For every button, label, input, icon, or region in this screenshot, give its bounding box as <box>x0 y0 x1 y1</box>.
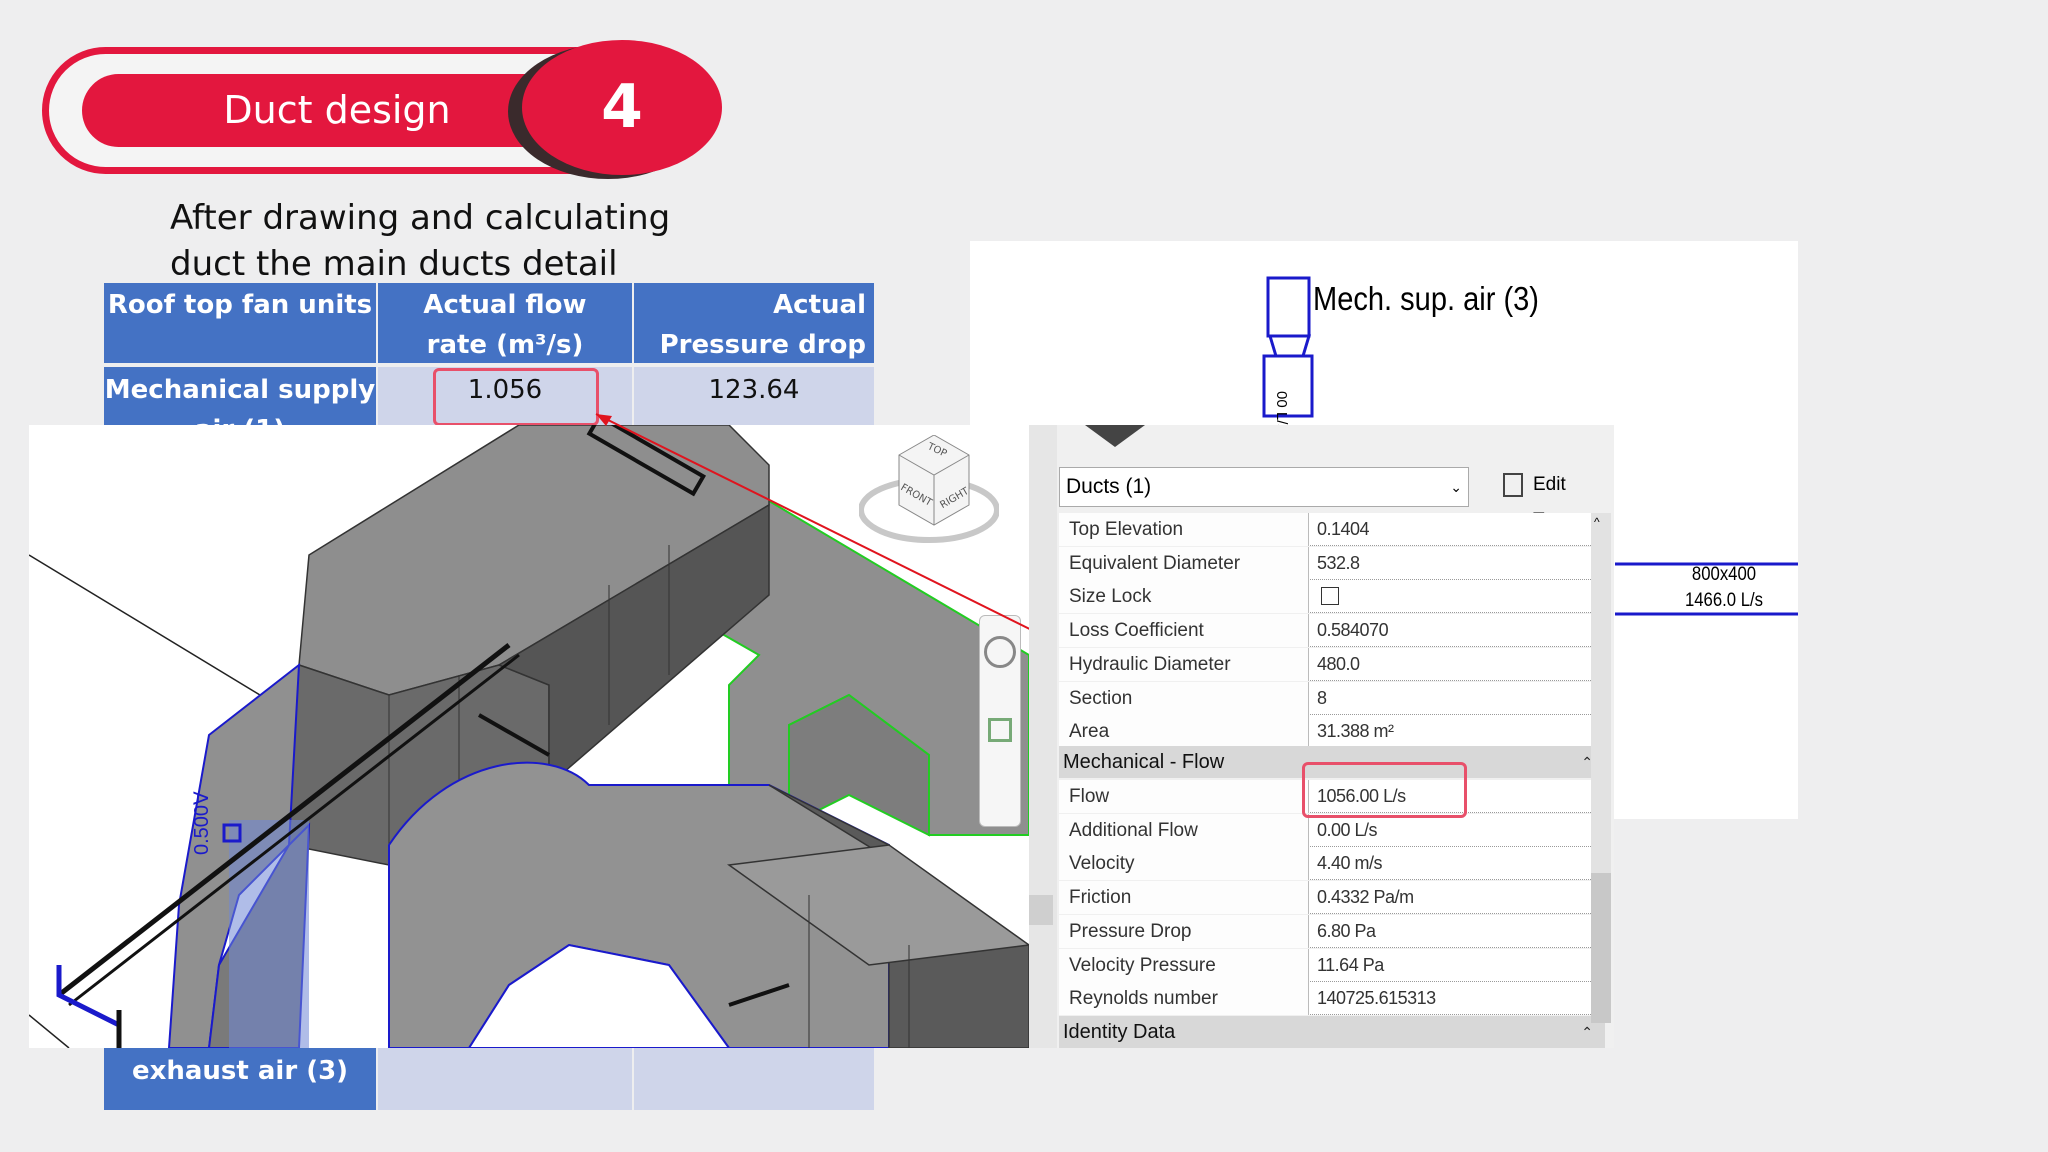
property-row[interactable]: Friction 0.4332 Pa/m <box>1059 881 1605 915</box>
3d-duct-view[interactable]: 0.500∀ TOP FRONT RIGHT <box>29 425 1029 1048</box>
group-identity-label: Identity Data <box>1063 1021 1176 1043</box>
property-row[interactable]: Loss Coefficient 0.584070 <box>1059 614 1605 648</box>
property-value[interactable]: 11.64 Pa <box>1315 949 1585 982</box>
property-value[interactable]: 4.40 m/s <box>1315 847 1585 880</box>
steering-wheel-icon[interactable] <box>984 636 1016 668</box>
property-value[interactable]: 0.1404 <box>1315 513 1585 546</box>
type-selector-dropdown[interactable]: Ducts (1) ⌄ <box>1059 467 1469 507</box>
property-label: Pressure Drop <box>1059 914 1309 948</box>
table-header-flow: Actual flow rate (m³/s) <box>378 283 632 363</box>
type-selector-value: Ducts (1) <box>1066 475 1152 498</box>
property-value[interactable] <box>1315 580 1585 613</box>
property-value[interactable]: 532.8 <box>1315 547 1585 580</box>
view-cube[interactable]: TOP FRONT RIGHT <box>858 434 1000 545</box>
property-row[interactable]: Velocity Pressure 11.64 Pa <box>1059 948 1605 982</box>
chevron-down-icon: ⌄ <box>1450 479 1462 495</box>
zoom-icon[interactable] <box>988 718 1012 742</box>
property-row[interactable]: Equivalent Diameter 532.8 <box>1059 546 1605 580</box>
size-lock-checkbox[interactable] <box>1321 587 1339 606</box>
property-label: Friction <box>1059 881 1309 915</box>
property-value[interactable]: 0.4332 Pa/m <box>1315 881 1585 914</box>
edit-type-icon <box>1503 473 1523 497</box>
property-value[interactable]: 8 <box>1315 682 1585 715</box>
table-header-pressure: Actual Pressure drop (Pa) <box>634 283 874 400</box>
property-row[interactable]: Size Lock <box>1059 580 1605 614</box>
property-label: Hydraulic Diameter <box>1059 647 1309 681</box>
type-thumbnail-icon <box>1085 425 1145 453</box>
properties-panel[interactable]: Ducts (1) ⌄ Edit Type Top Elevation0.140… <box>1029 425 1614 1048</box>
property-row[interactable]: Reynolds number 140725.615313 <box>1059 982 1605 1016</box>
properties-scrollbar[interactable]: ^ <box>1591 513 1611 1023</box>
property-label: Area <box>1059 715 1309 749</box>
property-label: Loss Coefficient <box>1059 614 1309 648</box>
flow-value-highlight <box>1302 762 1467 818</box>
group-mechanical-flow-label: Mechanical - Flow <box>1063 751 1225 773</box>
duct-size-value: 800x400 <box>1691 564 1757 585</box>
property-value[interactable]: 31.388 m² <box>1315 715 1585 748</box>
property-label: Velocity <box>1059 847 1309 881</box>
duct-flow-value: 1466.0 L/s <box>1684 590 1764 611</box>
table-row-1-pressure: 123.64 <box>634 367 874 427</box>
edit-type-button[interactable]: Edit Type <box>1503 467 1609 531</box>
property-label: Section <box>1059 681 1309 715</box>
property-value[interactable]: 140725.615313 <box>1315 982 1585 1015</box>
property-value[interactable]: 480.0 <box>1315 648 1585 681</box>
navigation-bar[interactable] <box>979 615 1021 827</box>
slide-title: Duct design <box>223 88 451 132</box>
property-label: Additional Flow <box>1059 813 1309 847</box>
property-row[interactable]: Pressure Drop 6.80 Pa <box>1059 914 1605 948</box>
table-row-1-name: Mechanical supply air (1) <box>104 367 376 427</box>
property-row[interactable]: Velocity 4.40 m/s <box>1059 847 1605 881</box>
property-label: Top Elevation <box>1059 513 1309 546</box>
property-label: Velocity Pressure <box>1059 948 1309 982</box>
property-row[interactable]: Hydraulic Diameter 480.0 <box>1059 647 1605 681</box>
property-row[interactable]: Top Elevation 0.1404 <box>1059 513 1605 546</box>
property-label: Size Lock <box>1059 580 1309 614</box>
scroll-up-icon[interactable]: ^ <box>1594 515 1600 529</box>
property-row[interactable]: Area 31.388 m² <box>1059 715 1605 749</box>
dimension-label: 0.500∀ <box>191 791 213 855</box>
table-header-units: Roof top fan units <box>104 283 376 363</box>
section-number: 4 <box>601 72 643 142</box>
property-label: Flow <box>1059 780 1309 813</box>
plan-duct-label: Mech. sup. air (3) <box>1313 280 1539 317</box>
duct-size-tag: 800x400 1466.0 L/s <box>1662 562 1785 614</box>
property-value[interactable]: 0.584070 <box>1315 614 1585 647</box>
group-identity-data[interactable]: Identity Data ⌃ <box>1059 1016 1605 1048</box>
panel-scroll-left[interactable] <box>1029 425 1057 1048</box>
property-value[interactable]: 6.80 Pa <box>1315 915 1585 948</box>
property-row[interactable]: Section 8 <box>1059 681 1605 715</box>
flow-highlight-box <box>433 368 599 426</box>
scroll-thumb[interactable] <box>1591 873 1611 1023</box>
property-value[interactable]: 0.00 L/s <box>1315 814 1585 847</box>
property-label: Reynolds number <box>1059 982 1309 1016</box>
property-label: Equivalent Diameter <box>1059 546 1309 580</box>
intro-text: After drawing and calculating duct the m… <box>170 198 671 284</box>
property-row[interactable]: Additional Flow 0.00 L/s <box>1059 813 1605 847</box>
